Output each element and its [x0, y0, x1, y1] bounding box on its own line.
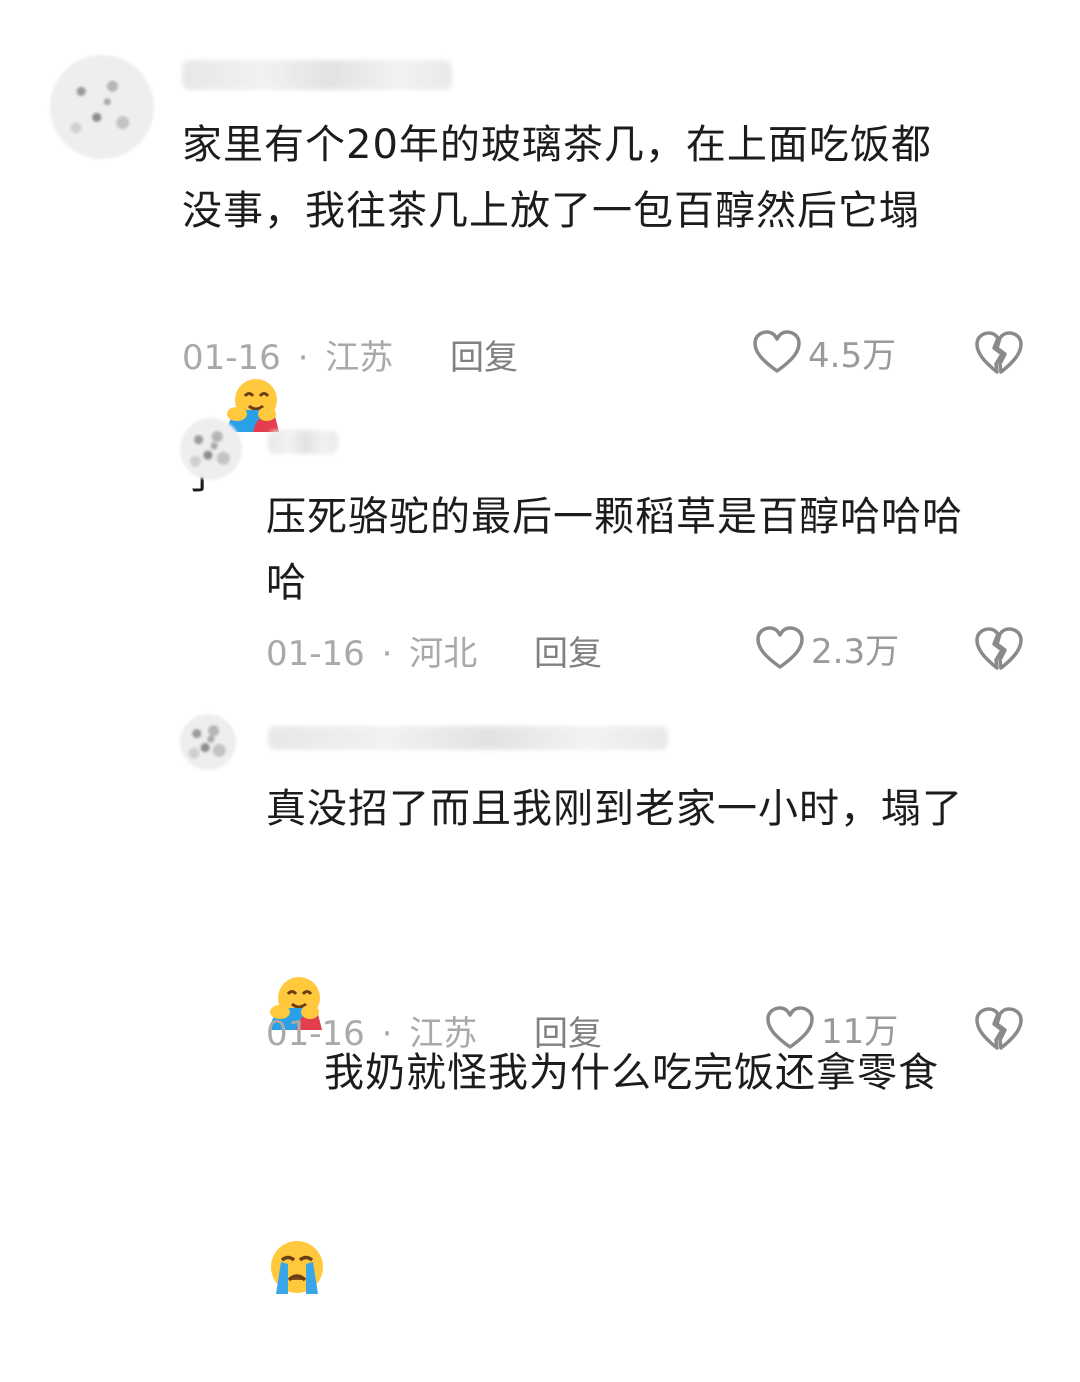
heart-icon [766, 1006, 814, 1049]
comment-text: 真没招了而且我刚到老家一小时，塌了 我奶就怪我为什么吃完饭还拿零食 [266, 776, 1066, 1372]
like-button[interactable]: 4.5万 [752, 328, 896, 376]
comment-date: 01-16 [266, 634, 365, 674]
like-button[interactable]: 2.3万 [755, 624, 899, 672]
broken-heart-icon [975, 331, 1023, 374]
avatar[interactable] [180, 714, 236, 770]
reply-comment: 真没招了而且我刚到老家一小时，塌了 我奶就怪我为什么吃完饭还拿零食 01-16 … [0, 700, 1080, 1294]
comment-location: 江苏 [409, 1014, 478, 1054]
username-blurred[interactable] [182, 60, 452, 90]
dislike-button[interactable] [974, 626, 1024, 674]
dislike-button[interactable] [974, 1006, 1024, 1054]
meta-separator: · [297, 338, 309, 378]
broken-heart-icon [975, 1007, 1023, 1050]
loudly-crying-face-emoji [266, 1106, 328, 1294]
hugging-face-emoji [223, 244, 281, 432]
reply-button[interactable]: 回复 [450, 330, 518, 379]
username-blurred[interactable] [268, 726, 668, 750]
comment-location: 江苏 [325, 338, 394, 378]
like-button[interactable]: 11万 [765, 1004, 898, 1052]
comment-location: 河北 [409, 634, 478, 674]
comment: 家里有个20年的玻璃茶几，在上面吃饭都 没事，我往茶几上放了一包百醇然后它塌 了… [0, 0, 1080, 498]
comment-date: 01-16 [182, 338, 281, 378]
comment-meta: 01-16 · 河北 [266, 626, 477, 675]
reply-comment: 压死骆驼的最后一颗稻草是百醇哈哈哈 哈 01-16 · 河北 回复 2.3万 [0, 400, 1080, 700]
broken-heart-icon [975, 627, 1023, 670]
like-count: 2.3万 [811, 631, 900, 672]
reply-button[interactable]: 回复 [534, 1006, 602, 1055]
like-count: 11万 [821, 1011, 899, 1052]
reply-button[interactable]: 回复 [534, 626, 602, 675]
comment-date: 01-16 [266, 1014, 365, 1054]
meta-separator: · [381, 1014, 393, 1054]
heart-icon [753, 330, 801, 373]
dislike-button[interactable] [974, 330, 1024, 378]
meta-separator: · [381, 634, 393, 674]
comment-text: 压死骆驼的最后一颗稻草是百醇哈哈哈 哈 [266, 494, 963, 606]
comment-meta: 01-16 · 江苏 [182, 330, 393, 379]
avatar[interactable] [50, 55, 154, 159]
heart-icon [756, 626, 804, 669]
hugging-face-emoji [266, 842, 324, 1030]
avatar[interactable] [180, 418, 242, 480]
username-blurred[interactable] [268, 430, 338, 454]
like-count: 4.5万 [808, 335, 897, 376]
comment-meta: 01-16 · 江苏 [266, 1006, 477, 1055]
